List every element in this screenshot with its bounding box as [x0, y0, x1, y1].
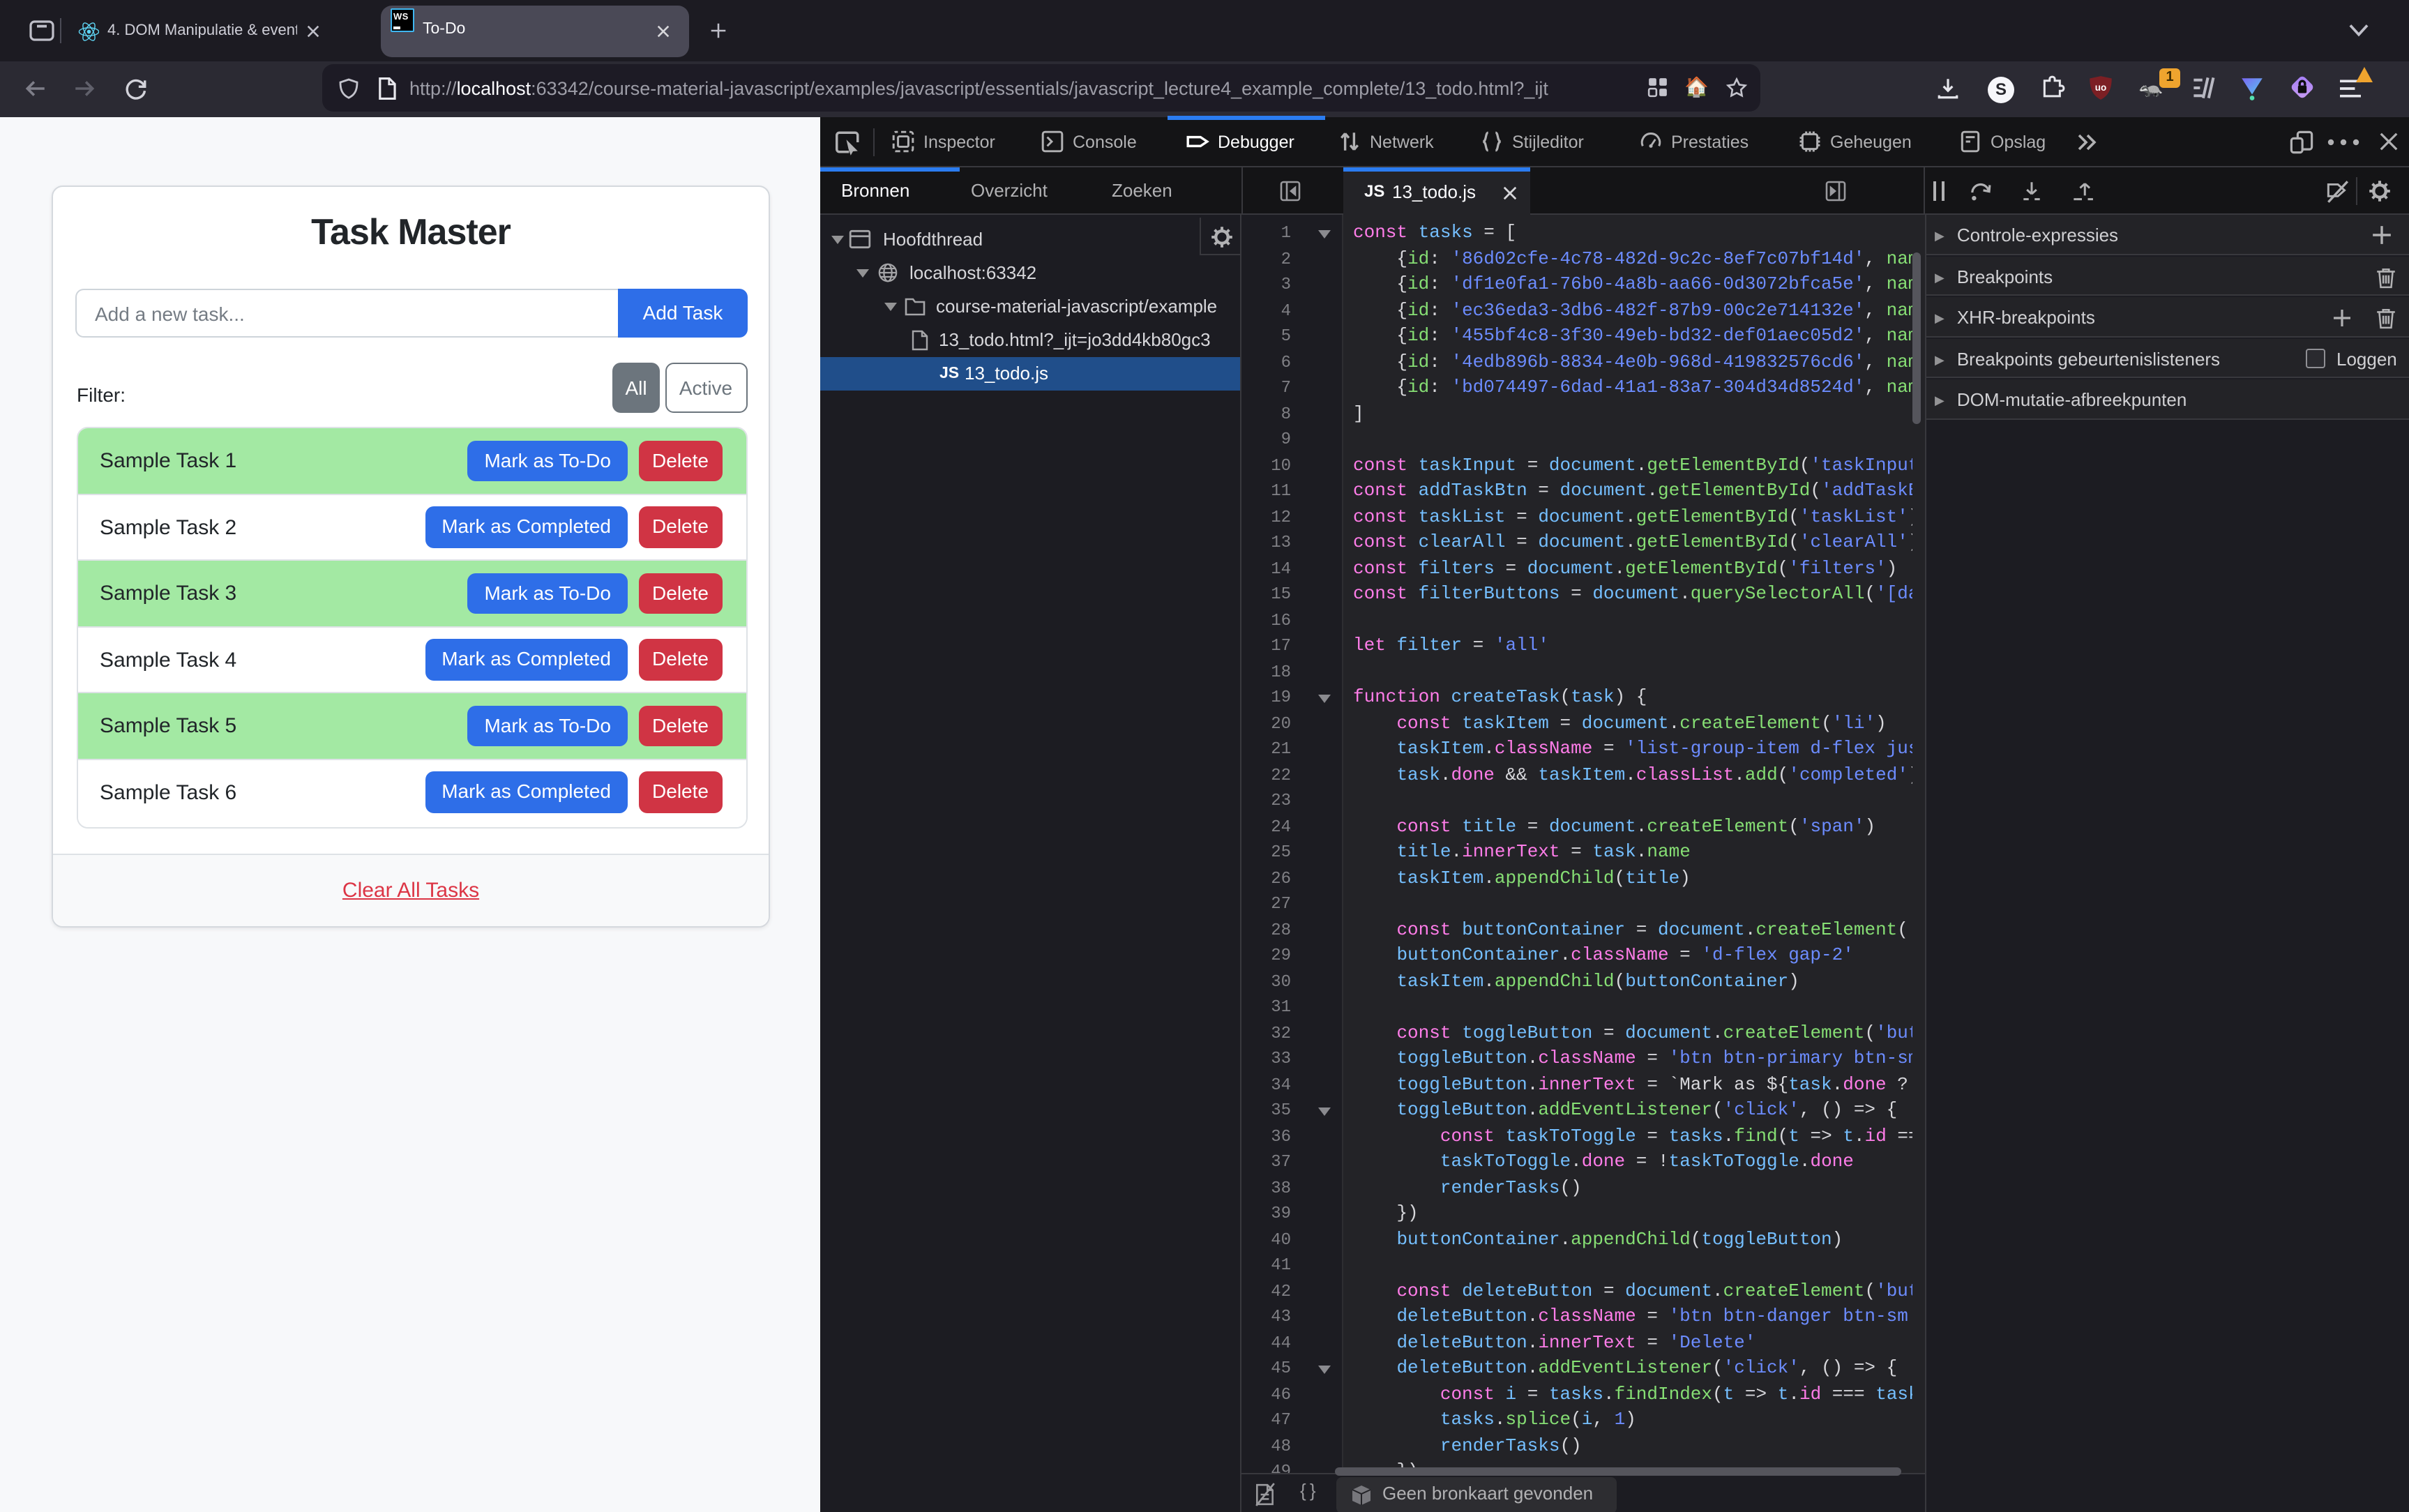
svg-text:uo: uo [2095, 82, 2107, 93]
